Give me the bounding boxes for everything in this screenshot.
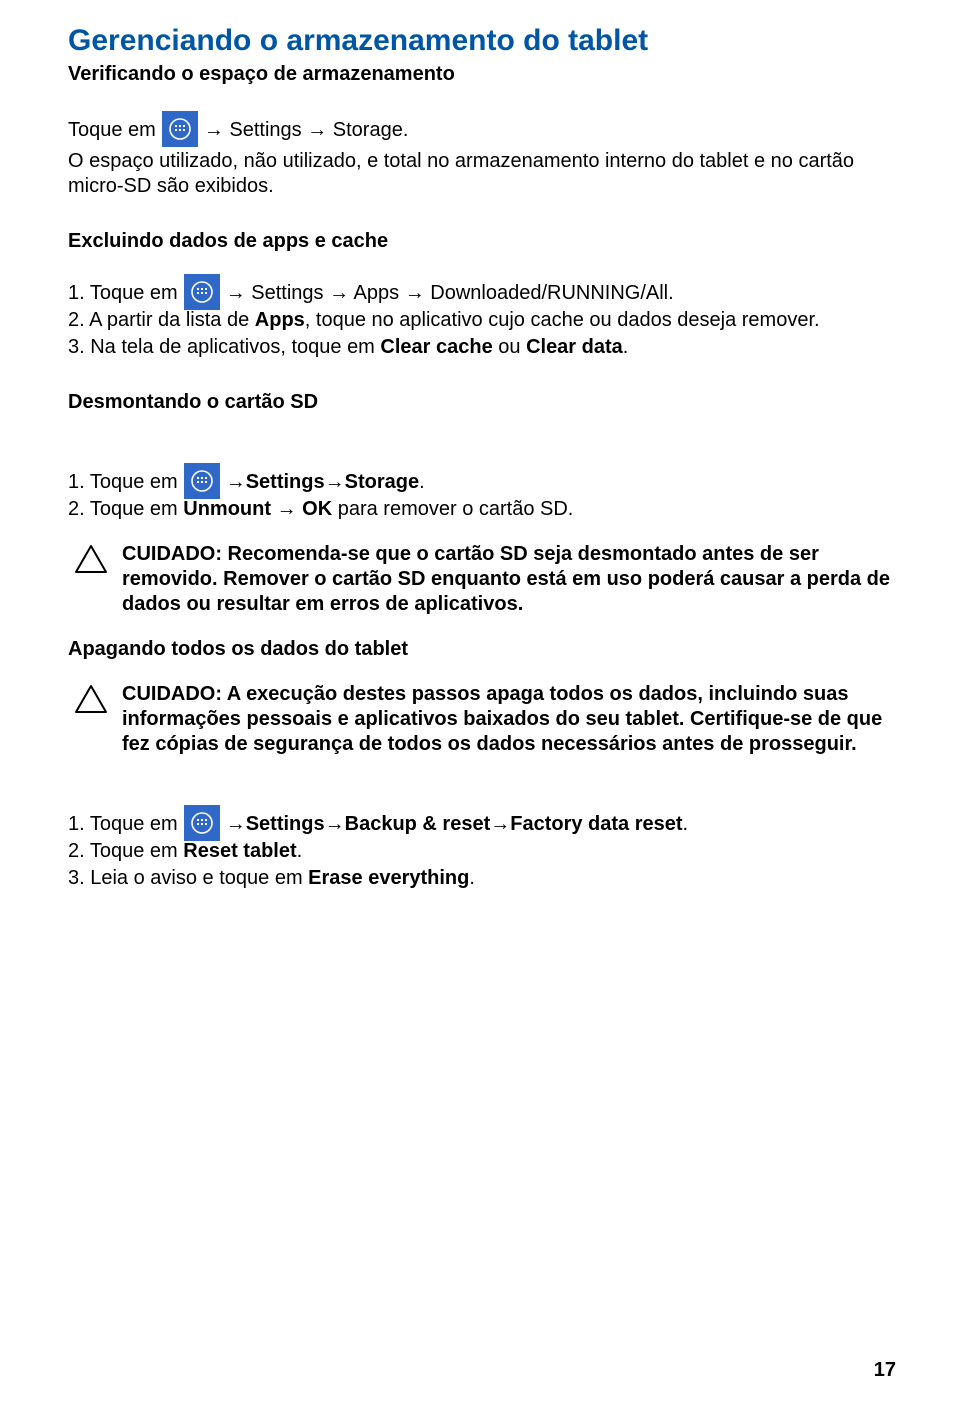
section-subtitle: Verificando o espaço de armazenamento [68,62,892,87]
text: 2. Toque em [68,498,183,520]
arrow: → [226,812,246,837]
text: 3. Na tela de aplicativos, toque em [68,336,380,358]
settings-icon [162,111,198,147]
step1-pre: 1. Toque em [68,470,178,495]
arrow: → [325,470,345,495]
heading-excluding: Excluindo dados de apps e cache [68,229,892,254]
step1-pre: 1. Toque em [68,812,178,837]
period: . [297,840,303,862]
unmount-step-2: 2. Toque em Unmount → OK para remover o … [68,497,892,522]
bold-erase-everything: Erase everything [308,867,469,889]
text: , toque no aplicativo cujo cache ou dado… [305,309,820,331]
bold-unmount: Unmount [183,498,271,520]
intro-paragraph: O espaço utilizado, não utilizado, e tot… [68,149,892,199]
text: 2. A partir da lista de [68,309,255,331]
bold-settings: Settings [246,812,325,837]
step1-post: → Settings → Apps → Downloaded/RUNNING/A… [226,281,674,306]
text: ou [493,336,526,358]
intro-post-text: → Settings → Storage. [204,118,409,143]
settings-icon [184,463,220,499]
bold-settings: Settings [246,470,325,495]
caution-text: CUIDADO: Recomenda-se que o cartão SD se… [122,542,892,617]
unmount-step-1: 1. Toque em → Settings → Storage. [68,463,892,495]
caution-icon [74,544,108,574]
caution-erase: CUIDADO: A execução destes passos apaga … [68,682,892,757]
arrow: → [490,812,510,837]
text: . [623,336,629,358]
text: para remover o cartão SD. [332,498,573,520]
settings-icon [184,805,220,841]
excluding-step-1: 1. Toque em → Settings → Apps → Download… [68,274,892,306]
bold-ok: OK [302,498,332,520]
text: 2. Toque em [68,840,183,862]
settings-icon [184,274,220,310]
document-page: Gerenciando o armazenamento do tablet Ve… [0,0,960,1405]
text: 3. Leia o aviso e toque em [68,867,308,889]
erase-step-3: 3. Leia o aviso e toque em Erase everyth… [68,866,892,891]
bold-clear-cache: Clear cache [380,336,492,358]
period: . [469,867,475,889]
heading-erase: Apagando todos os dados do tablet [68,637,892,662]
intro-line: Toque em → Settings → Storage. [68,111,892,143]
arrow: → [325,812,345,837]
bold-apps: Apps [255,309,305,331]
arrow: → [271,498,302,520]
intro-pre-text: Toque em [68,118,156,143]
bold-factory-reset: Factory data reset [510,812,682,837]
excluding-step-3: 3. Na tela de aplicativos, toque em Clea… [68,335,892,360]
erase-step-2: 2. Toque em Reset tablet. [68,839,892,864]
caution-icon [74,684,108,714]
caution-text: CUIDADO: A execução destes passos apaga … [122,682,892,757]
bold-reset-tablet: Reset tablet [183,840,296,862]
erase-step-1: 1. Toque em → Settings→ Backup & reset→ … [68,805,892,837]
page-number: 17 [874,1358,896,1383]
caution-unmount: CUIDADO: Recomenda-se que o cartão SD se… [68,542,892,617]
page-title-h1: Gerenciando o armazenamento do tablet [68,22,892,60]
heading-unmount: Desmontando o cartão SD [68,390,892,415]
bold-clear-data: Clear data [526,336,623,358]
period: . [419,470,425,495]
bold-backup-reset: Backup & reset [345,812,491,837]
bold-storage: Storage [345,470,419,495]
excluding-step-2: 2. A partir da lista de Apps, toque no a… [68,308,892,333]
arrow: → [226,470,246,495]
period: . [683,812,689,837]
step1-pre: 1. Toque em [68,281,178,306]
